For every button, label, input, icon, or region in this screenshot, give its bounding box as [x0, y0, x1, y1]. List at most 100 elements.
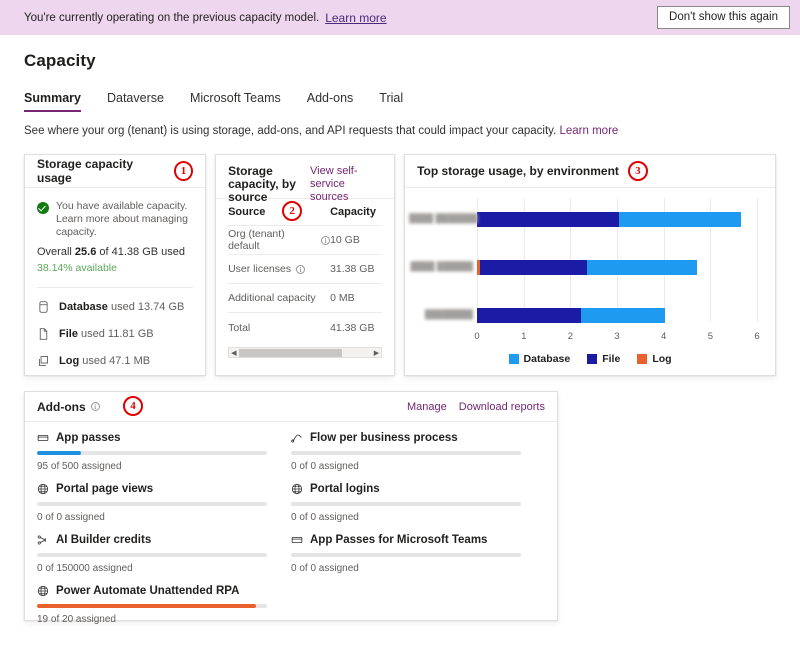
add-on-progress-track — [37, 604, 267, 608]
overall-usage-line: Overall 25.6 of 41.38 GB used — [37, 246, 193, 258]
banner-learn-more-link[interactable]: Learn more — [325, 11, 386, 25]
column-header-capacity: Capacity — [330, 206, 376, 218]
chart-bar-group[interactable] — [477, 308, 757, 323]
file-value: used 11.81 GB — [81, 328, 154, 340]
app-passes-icon — [37, 432, 49, 444]
tab-add-ons[interactable]: Add-ons — [307, 91, 354, 112]
add-on-label-row: App passes — [37, 432, 267, 444]
scroll-right-arrow-icon[interactable]: ▶ — [372, 349, 381, 357]
add-on-progress-track — [291, 451, 521, 455]
legend-swatch-file — [587, 354, 598, 364]
x-axis-tick-label: 6 — [754, 331, 760, 342]
dont-show-again-button[interactable]: Don't show this again — [657, 6, 790, 29]
chart-bar-segment-file[interactable] — [477, 212, 620, 227]
summary-cards-row: Storage capacity usage 1 You have availa… — [24, 154, 776, 376]
by-source-header: Storage capacity, by source View self-se… — [216, 155, 395, 204]
add-on-label-row: App Passes for Microsoft Teams — [291, 534, 521, 546]
top-storage-by-environment-card: Top storage usage, by environment 3 0 1 2 3… — [404, 154, 776, 376]
x-axis-tick-label: 4 — [661, 331, 667, 342]
database-label: Database — [59, 301, 108, 313]
add-on-name: AI Builder credits — [56, 534, 152, 546]
success-check-icon — [37, 202, 49, 214]
legend-swatch-database — [508, 354, 519, 364]
add-on-item: Portal page views 0 of 0 assigned — [37, 483, 291, 523]
chart-bar-segment-file[interactable] — [479, 260, 587, 275]
environment-bar-chart: 0 1 2 3 4 5 6 ████ ███████ ████ ██████ ████████ — [405, 188, 775, 348]
by-source-table: 2 Source Capacity Org (tenant) default i… — [216, 199, 394, 342]
overall-value: 25.6 — [74, 246, 97, 258]
legend-item-file: File — [587, 353, 620, 365]
x-axis-tick-label: 2 — [567, 331, 574, 342]
tab-dataverse[interactable]: Dataverse — [107, 91, 164, 112]
tab-summary[interactable]: Summary — [24, 91, 81, 112]
add-on-assigned-text: 0 of 0 assigned — [291, 512, 359, 523]
globe-icon — [37, 483, 49, 495]
legend-item-log: Log — [637, 353, 672, 365]
database-icon — [39, 301, 48, 313]
tab-trial[interactable]: Trial — [379, 91, 403, 112]
step-marker-3: 3 — [627, 161, 648, 181]
source-name: Org (tenant) default — [228, 228, 285, 252]
page-subtitle-learn-more-link[interactable]: Learn more — [559, 125, 618, 137]
table-row: Org (tenant) default i 10 GB — [228, 226, 383, 255]
ai-builder-icon — [37, 534, 49, 546]
step-marker-1: 1 — [173, 161, 194, 181]
legend-label-file: File — [602, 353, 621, 365]
info-icon[interactable]: i — [321, 235, 331, 245]
source-capacity: 31.38 GB — [330, 263, 375, 275]
add-on-progress-track — [37, 451, 267, 455]
source-capacity: 0 MB — [330, 292, 355, 304]
add-on-label-row: Portal logins — [291, 483, 521, 495]
storage-breakdown-database: Database used 13.74 GB — [37, 300, 193, 314]
flow-icon — [291, 432, 303, 444]
capacity-model-banner: You're currently operating on the previo… — [0, 0, 800, 35]
legend-item-database: Database — [508, 353, 570, 365]
add-on-progress-track — [37, 502, 267, 506]
globe-icon — [291, 483, 303, 495]
chart-bar-segment-database[interactable] — [619, 212, 741, 227]
manage-link[interactable]: Manage — [407, 401, 447, 413]
add-on-item: App passes 95 of 500 assigned — [37, 432, 291, 472]
info-icon[interactable]: i — [296, 264, 306, 274]
page-subtitle-text: See where your org (tenant) is using sto… — [24, 125, 557, 137]
y-axis-category-label: ████ ██████ — [410, 261, 474, 271]
add-on-label-row: AI Builder credits — [37, 534, 267, 546]
table-row: Additional capacity 0 MB — [228, 284, 383, 313]
storage-capacity-usage-title: Storage capacity usage — [37, 157, 134, 185]
overall-prefix: Overall — [37, 246, 75, 258]
legend-label-log: Log — [652, 353, 672, 365]
page-subtitle: See where your org (tenant) is using sto… — [24, 125, 776, 137]
chart-bar-group[interactable] — [477, 212, 757, 227]
table-horizontal-scrollbar[interactable]: ◀ ▶ — [228, 347, 383, 358]
add-on-item: Flow per business process 0 of 0 assigned — [291, 432, 545, 472]
tab-microsoft-teams[interactable]: Microsoft Teams — [190, 91, 281, 112]
chart-bar-segment-file[interactable] — [477, 308, 581, 323]
storage-capacity-usage-card: Storage capacity usage 1 You have availa… — [24, 154, 207, 376]
add-on-name: App Passes for Microsoft Teams — [310, 534, 488, 546]
log-label: Log — [59, 355, 80, 367]
file-icon — [39, 328, 48, 340]
scroll-left-arrow-icon[interactable]: ◀ — [229, 349, 238, 357]
chart-bar-group[interactable] — [477, 260, 757, 275]
chart-bar-segment-database[interactable] — [586, 260, 697, 275]
add-on-item: AI Builder credits 0 of 150000 assigned — [37, 534, 291, 574]
file-label: File — [59, 328, 78, 340]
add-on-item: Power Automate Unattended RPA 19 of 20 as… — [37, 585, 291, 625]
info-icon[interactable]: i — [90, 402, 100, 411]
capacity-status-message: You have available capacity. Learn more … — [56, 200, 188, 238]
scrollbar-thumb[interactable] — [239, 348, 343, 357]
chart-plot-area: 0 1 2 3 4 5 6 — [474, 198, 760, 342]
log-value: used 47.1 MB — [82, 355, 151, 367]
x-axis-tick-label: 1 — [521, 331, 527, 342]
download-reports-link[interactable]: Download reports — [459, 401, 545, 413]
source-name: Total — [228, 321, 251, 334]
add-on-label-row: Flow per business process — [291, 432, 521, 444]
storage-breakdown-file: File used 11.81 GB — [37, 327, 193, 341]
add-on-assigned-text: 95 of 500 assigned — [37, 461, 122, 472]
add-ons-grid: App passes 95 of 500 assigned Flow per bus… — [25, 422, 557, 636]
add-on-assigned-text: 0 of 0 assigned — [291, 563, 359, 574]
app-passes-icon — [291, 534, 303, 546]
storage-capacity-usage-body: You have available capacity. Learn more … — [25, 188, 205, 368]
storage-capacity-by-source-card: Storage capacity, by source View self-se… — [215, 154, 396, 376]
chart-bar-segment-database[interactable] — [580, 308, 666, 323]
